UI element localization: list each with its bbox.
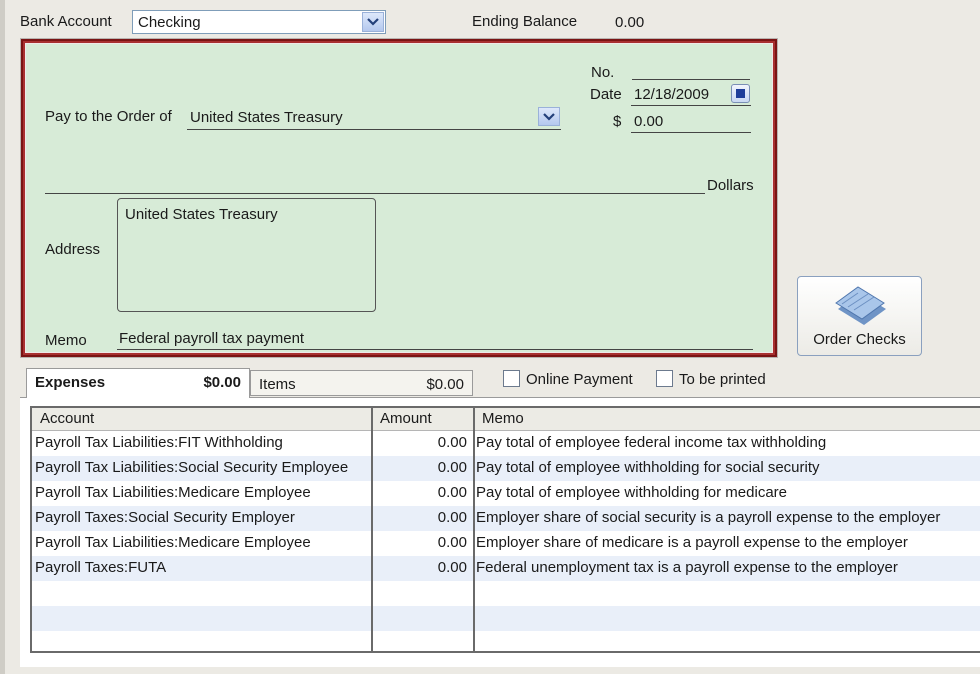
- calendar-icon[interactable]: [731, 84, 750, 103]
- row-amount[interactable]: 0.00: [372, 434, 467, 451]
- tab-items-label: Items: [259, 376, 296, 393]
- row-memo[interactable]: Employer share of medicare is a payroll …: [476, 534, 908, 551]
- row-memo[interactable]: Pay total of employee withholding for so…: [476, 459, 820, 476]
- dollars-label: Dollars: [707, 177, 754, 194]
- pay-to-value: United States Treasury: [190, 109, 343, 126]
- row-amount[interactable]: 0.00: [372, 459, 467, 476]
- row-memo[interactable]: Federal unemployment tax is a payroll ex…: [476, 559, 898, 576]
- row-account[interactable]: Payroll Taxes:FUTA: [35, 559, 166, 576]
- memo-field[interactable]: Federal payroll tax payment: [117, 329, 753, 350]
- row-account[interactable]: Payroll Tax Liabilities:Medicare Employe…: [35, 534, 311, 551]
- column-divider: [473, 408, 475, 651]
- row-amount[interactable]: 0.00: [372, 509, 467, 526]
- row-account[interactable]: Payroll Tax Liabilities:FIT Withholding: [35, 434, 283, 451]
- bank-account-value: Checking: [138, 14, 201, 31]
- bank-account-select[interactable]: Checking: [132, 10, 386, 34]
- memo-label: Memo: [45, 332, 87, 349]
- table-row[interactable]: Payroll Tax Liabilities:Medicare Employe…: [32, 481, 980, 506]
- table-row[interactable]: Payroll Tax Liabilities:FIT Withholding 0…: [32, 431, 980, 456]
- ending-balance-value: 0.00: [615, 14, 645, 31]
- dollar-sign: $: [613, 113, 622, 130]
- table-row[interactable]: [32, 631, 980, 651]
- column-divider: [371, 408, 373, 651]
- tab-items-amount: $0.00: [426, 376, 464, 393]
- tab-expenses[interactable]: Expenses $0.00: [26, 368, 250, 398]
- table-header: Account Amount Memo: [32, 408, 980, 431]
- column-header-amount[interactable]: Amount: [380, 410, 432, 427]
- address-label: Address: [45, 241, 101, 258]
- row-account[interactable]: Payroll Taxes:Social Security Employer: [35, 509, 295, 526]
- tab-expenses-label: Expenses: [35, 374, 106, 391]
- check-date-field[interactable]: 12/18/2009: [631, 84, 751, 106]
- expenses-panel: Account Amount Memo Payroll Tax Liabilit…: [20, 397, 980, 667]
- ending-balance-label: Ending Balance: [472, 13, 578, 30]
- check-form: No. Date 12/18/2009 $ 0.00 Pay to the Or…: [20, 38, 778, 358]
- to-be-printed-label: To be printed: [679, 371, 766, 388]
- row-amount[interactable]: 0.00: [372, 534, 467, 551]
- chevron-down-icon[interactable]: [362, 12, 384, 32]
- row-memo[interactable]: Pay total of employee withholding for me…: [476, 484, 787, 501]
- check-date-label: Date: [590, 86, 622, 103]
- table-row[interactable]: Payroll Tax Liabilities:Medicare Employe…: [32, 531, 980, 556]
- row-memo[interactable]: Employer share of social security is a p…: [476, 509, 940, 526]
- check-no-label: No.: [591, 64, 615, 81]
- order-checks-button[interactable]: Order Checks: [797, 276, 922, 356]
- check-amount-value: 0.00: [634, 113, 664, 130]
- expenses-table: Account Amount Memo Payroll Tax Liabilit…: [30, 406, 980, 653]
- address-value: United States Treasury: [125, 206, 278, 223]
- table-row[interactable]: Payroll Taxes:FUTA 0.00 Federal unemployme…: [32, 556, 980, 581]
- written-amount-line[interactable]: [45, 192, 705, 194]
- online-payment-label: Online Payment: [526, 371, 633, 388]
- order-checks-label: Order Checks: [813, 331, 906, 348]
- address-box[interactable]: United States Treasury: [117, 198, 376, 312]
- row-amount[interactable]: 0.00: [372, 559, 467, 576]
- tab-items[interactable]: Items $0.00: [250, 370, 473, 396]
- column-header-memo[interactable]: Memo: [482, 410, 524, 427]
- pay-to-label: Pay to the Order of: [45, 108, 172, 125]
- table-row[interactable]: [32, 581, 980, 606]
- chevron-down-icon[interactable]: [538, 107, 560, 126]
- table-row[interactable]: Payroll Taxes:Social Security Employer 0.…: [32, 506, 980, 531]
- row-amount[interactable]: 0.00: [372, 484, 467, 501]
- pay-to-select[interactable]: United States Treasury: [187, 105, 561, 130]
- check-amount-field[interactable]: 0.00: [631, 111, 751, 133]
- row-account[interactable]: Payroll Tax Liabilities:Medicare Employe…: [35, 484, 311, 501]
- column-header-account[interactable]: Account: [40, 410, 94, 427]
- table-row[interactable]: Payroll Tax Liabilities:Social Security …: [32, 456, 980, 481]
- row-account[interactable]: Payroll Tax Liabilities:Social Security …: [35, 459, 348, 476]
- row-memo[interactable]: Pay total of employee federal income tax…: [476, 434, 826, 451]
- table-row[interactable]: [32, 606, 980, 631]
- checkbook-icon: [835, 286, 886, 325]
- check-no-field[interactable]: [632, 63, 750, 80]
- to-be-printed-checkbox[interactable]: [656, 370, 673, 387]
- bank-account-label: Bank Account: [20, 13, 112, 30]
- check-date-value: 12/18/2009: [634, 86, 710, 103]
- tab-expenses-amount: $0.00: [203, 374, 241, 391]
- online-payment-checkbox[interactable]: [503, 370, 520, 387]
- memo-value: Federal payroll tax payment: [119, 330, 305, 347]
- window-edge: [0, 0, 5, 674]
